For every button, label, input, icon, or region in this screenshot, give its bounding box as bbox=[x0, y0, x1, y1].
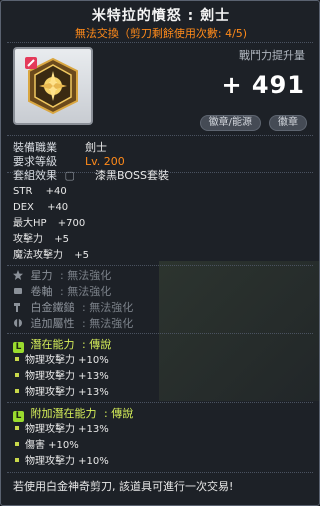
stat-value: +5 bbox=[54, 234, 69, 245]
required-level-row: 要求等級 Lv. 200 bbox=[13, 155, 125, 169]
potential-line: 物理攻擊力 +13% bbox=[13, 370, 109, 384]
item-name: 米特拉的憤怒 : 劍士 bbox=[91, 8, 231, 24]
potential-header: L 潛在能力 : 傳說 bbox=[13, 338, 111, 353]
bullet-icon bbox=[15, 442, 19, 446]
enhancement-value: : 無法強化 bbox=[60, 269, 112, 282]
trade-restriction: 無法交換（剪刀剩餘使用次數: 4/5) bbox=[74, 27, 248, 40]
required-job-label: 裝備職業 bbox=[13, 141, 57, 154]
stat-row: 攻擊力 +5 bbox=[13, 233, 69, 247]
potential-line: 物理攻擊力 +13% bbox=[13, 386, 109, 400]
set-effect-label: 套組效果 bbox=[13, 169, 57, 182]
additional-potential-line-text: 物理攻擊力 +13% bbox=[25, 424, 109, 435]
power-increase-label: 戰鬥力提升量 bbox=[239, 49, 305, 62]
enhancement-value: : 無法強化 bbox=[60, 285, 112, 298]
divider bbox=[7, 265, 313, 266]
enhancement-value: : 無法強化 bbox=[82, 317, 134, 330]
stat-row: 魔法攻擊力 +5 bbox=[13, 249, 89, 263]
required-level-label: 要求等級 bbox=[13, 155, 57, 168]
divider bbox=[7, 402, 313, 403]
enhancement-label: 白金鐵鎚 bbox=[30, 301, 75, 314]
enhancement-label: 卷軸 bbox=[30, 285, 53, 298]
potential-line-text: 物理攻擊力 +13% bbox=[25, 387, 109, 398]
hammer-icon bbox=[14, 303, 20, 312]
stat-name: 最大HP bbox=[13, 218, 47, 229]
additional-potential-line-text: 物理攻擊力 +10% bbox=[25, 456, 109, 467]
stat-row: STR +40 bbox=[13, 185, 67, 199]
lock-icon: ▢ bbox=[64, 169, 75, 182]
item-icon-frame bbox=[13, 47, 93, 125]
stat-name: STR bbox=[13, 186, 33, 197]
bullet-icon bbox=[15, 357, 19, 361]
enhancement-value: : 無法強化 bbox=[82, 301, 134, 314]
stat-value: +700 bbox=[57, 218, 86, 229]
potential-label: 潛在能力 bbox=[30, 338, 75, 351]
divider bbox=[7, 42, 313, 43]
set-effect-value: 漆黑BOSS套裝 bbox=[95, 169, 169, 182]
stat-name: 攻擊力 bbox=[13, 234, 43, 245]
set-effect-row: 套組效果 ▢ 漆黑BOSS套裝 bbox=[13, 169, 169, 183]
background-decoration bbox=[159, 261, 319, 401]
additional-potential-header: L 附加潛在能力 : 傳說 bbox=[13, 407, 133, 422]
legendary-badge-icon: L bbox=[13, 342, 24, 353]
scroll-icon bbox=[14, 288, 22, 294]
stat-name: 魔法攻擊力 bbox=[13, 250, 63, 261]
divider bbox=[7, 472, 313, 473]
power-increase-value: + 491 bbox=[221, 71, 305, 99]
enhancement-label: 追加屬性 bbox=[30, 317, 75, 330]
additional-potential-line: 物理攻擊力 +13% bbox=[13, 423, 109, 437]
potential-line: 物理攻擊力 +10% bbox=[13, 354, 109, 368]
wrench-icon bbox=[14, 319, 22, 327]
required-job-row: 裝備職業 劍士 bbox=[13, 141, 107, 155]
bullet-icon bbox=[15, 373, 19, 377]
bullet-icon bbox=[15, 426, 19, 430]
additional-potential-grade: : 傳說 bbox=[104, 407, 134, 420]
footer-note: 若使用白金神奇剪刀, 該道具可進行一次交易! bbox=[13, 480, 234, 493]
stat-value: +40 bbox=[45, 186, 67, 197]
stat-name: DEX bbox=[13, 202, 34, 213]
bullet-icon bbox=[15, 458, 19, 462]
divider bbox=[7, 333, 313, 334]
additional-potential-label: 附加潛在能力 bbox=[30, 407, 97, 420]
legendary-badge-icon: L bbox=[13, 411, 24, 422]
additional-potential-line: 傷害 +10% bbox=[13, 439, 79, 453]
potential-line-text: 物理攻擊力 +13% bbox=[25, 371, 109, 382]
enhancement-label: 星力 bbox=[30, 269, 53, 282]
star-icon bbox=[13, 270, 23, 280]
stat-value: +40 bbox=[47, 202, 69, 213]
enhancement-row: 星力 : 無法強化 bbox=[13, 269, 111, 283]
stat-row: 最大HP +700 bbox=[13, 217, 85, 231]
enhancement-row: 白金鐵鎚 : 無法強化 bbox=[13, 301, 133, 315]
enhancement-row: 追加屬性 : 無法強化 bbox=[13, 317, 133, 331]
additional-potential-line: 物理攻擊力 +10% bbox=[13, 455, 109, 469]
stat-row: DEX +40 bbox=[13, 201, 68, 215]
divider bbox=[7, 135, 313, 136]
item-tooltip: 米特拉的憤怒 : 劍士 無法交換（剪刀剩餘使用次數: 4/5) 戰鬥力提升量 +… bbox=[0, 0, 320, 506]
enhancement-row: 卷軸 : 無法強化 bbox=[13, 285, 111, 299]
required-job-value: 劍士 bbox=[85, 141, 107, 154]
stat-value: +5 bbox=[74, 250, 89, 261]
potential-grade: : 傳說 bbox=[82, 338, 112, 351]
badge-energy-button[interactable]: 徽章/能源 bbox=[199, 115, 261, 131]
potential-line-text: 物理攻擊力 +10% bbox=[25, 355, 109, 366]
required-level-value: Lv. 200 bbox=[85, 155, 125, 168]
additional-potential-line-text: 傷害 +10% bbox=[25, 440, 79, 451]
bullet-icon bbox=[15, 389, 19, 393]
badge-button[interactable]: 徽章 bbox=[269, 115, 307, 131]
emblem-icon bbox=[25, 57, 78, 115]
